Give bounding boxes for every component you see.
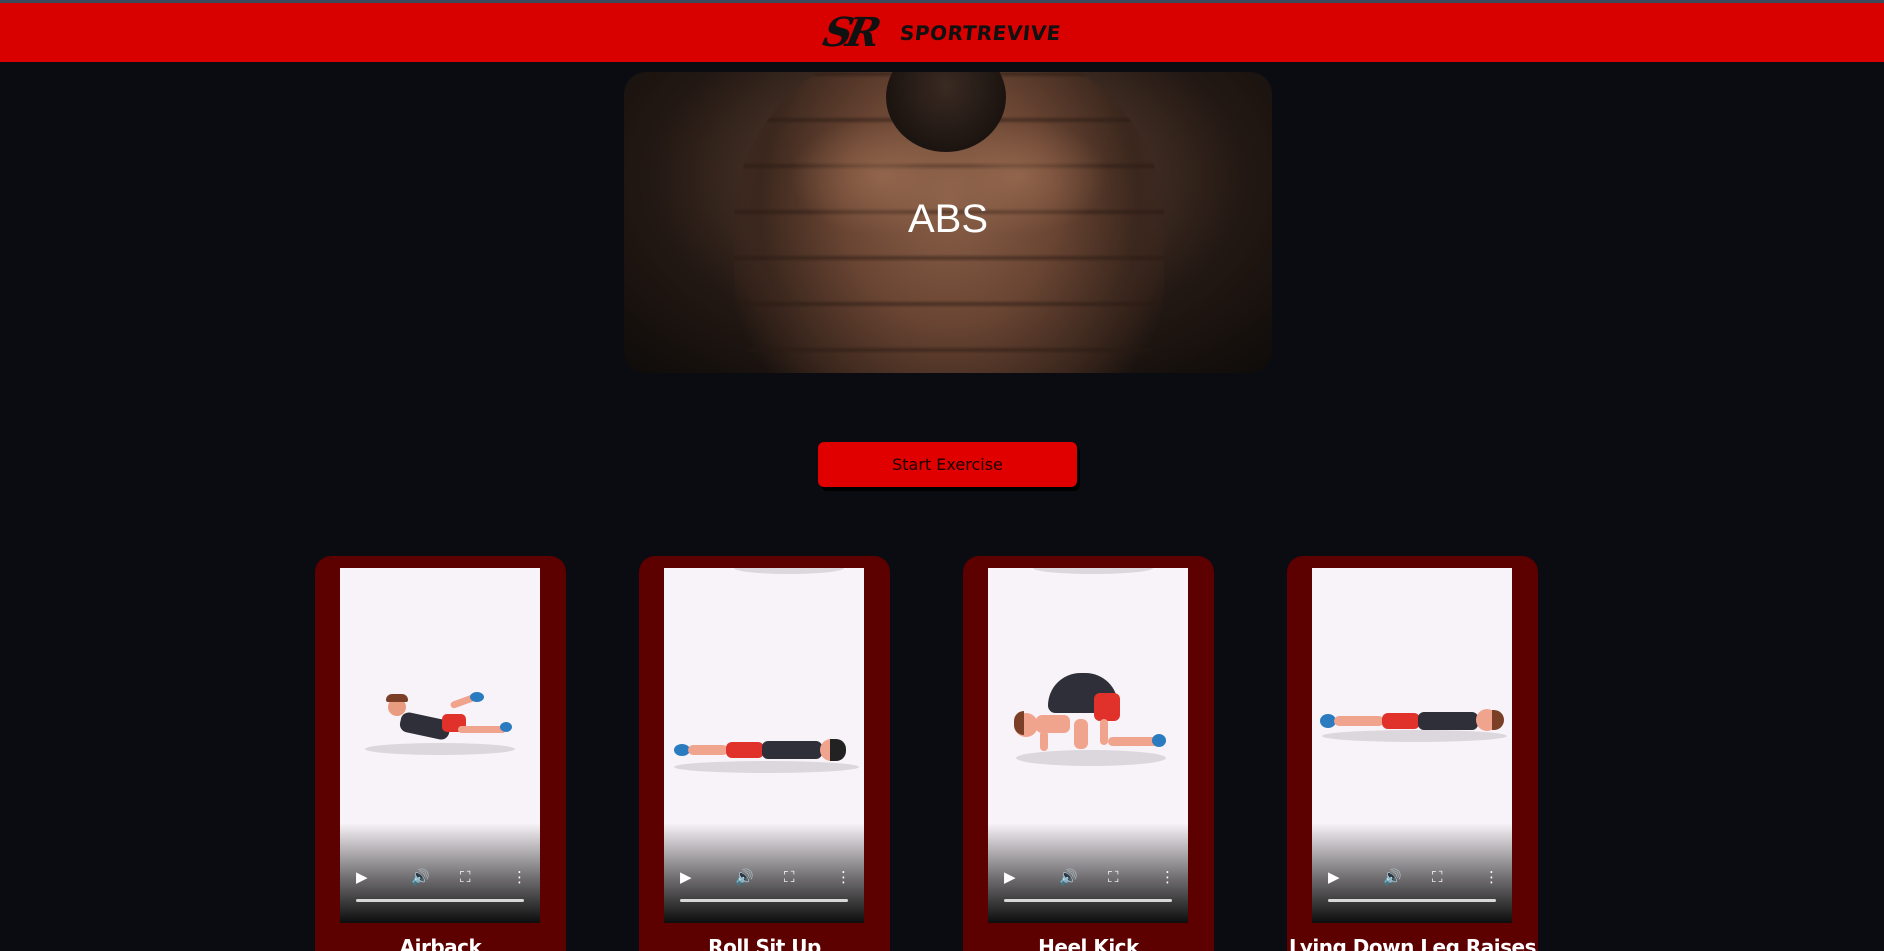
fullscreen-icon[interactable]: ⛶ bbox=[1432, 870, 1443, 885]
exercise-card-airback: ▶ 🔊 ⛶ ⋮ Airback bbox=[315, 556, 566, 951]
volume-icon[interactable]: 🔊 bbox=[735, 870, 754, 885]
exercise-figure bbox=[360, 688, 520, 748]
fullscreen-icon[interactable]: ⛶ bbox=[784, 870, 795, 885]
fullscreen-icon[interactable]: ⛶ bbox=[460, 870, 471, 885]
exercise-figure bbox=[1014, 673, 1174, 763]
exercise-video[interactable]: ▶ 🔊 ⛶ ⋮ bbox=[664, 568, 864, 923]
video-seek-bar[interactable] bbox=[1328, 899, 1496, 902]
play-icon[interactable]: ▶ bbox=[680, 870, 692, 885]
start-exercise-button[interactable]: Start Exercise bbox=[818, 442, 1077, 487]
video-controls-overlay bbox=[664, 823, 864, 923]
play-icon[interactable]: ▶ bbox=[1004, 870, 1016, 885]
play-icon[interactable]: ▶ bbox=[1328, 870, 1340, 885]
volume-icon[interactable]: 🔊 bbox=[411, 870, 430, 885]
video-seek-bar[interactable] bbox=[1004, 899, 1172, 902]
fullscreen-icon[interactable]: ⛶ bbox=[1108, 870, 1119, 885]
more-options-icon[interactable]: ⋮ bbox=[1484, 870, 1499, 885]
exercise-video[interactable]: ▶ 🔊 ⛶ ⋮ bbox=[1312, 568, 1512, 923]
logo-mark: SR bbox=[818, 8, 879, 56]
exercise-card-roll-sit-up: ▶ 🔊 ⛶ ⋮ Roll Sit Up bbox=[639, 556, 890, 951]
exercise-video[interactable]: ▶ 🔊 ⛶ ⋮ bbox=[340, 568, 540, 923]
video-seek-bar[interactable] bbox=[356, 899, 524, 902]
volume-icon[interactable]: 🔊 bbox=[1059, 870, 1078, 885]
figure-shadow bbox=[734, 568, 844, 574]
video-seek-bar[interactable] bbox=[680, 899, 848, 902]
exercise-video[interactable]: ▶ 🔊 ⛶ ⋮ bbox=[988, 568, 1188, 923]
play-icon[interactable]: ▶ bbox=[356, 870, 368, 885]
site-header: SR SPORTREVIVE bbox=[0, 3, 1884, 62]
volume-icon[interactable]: 🔊 bbox=[1383, 870, 1402, 885]
exercise-figure bbox=[1320, 708, 1510, 738]
more-options-icon[interactable]: ⋮ bbox=[512, 870, 527, 885]
more-options-icon[interactable]: ⋮ bbox=[836, 870, 851, 885]
more-options-icon[interactable]: ⋮ bbox=[1160, 870, 1175, 885]
video-controls-overlay bbox=[340, 823, 540, 923]
brand-name: SPORTREVIVE bbox=[898, 20, 1062, 45]
exercise-card-heel-kick: ▶ 🔊 ⛶ ⋮ Heel Kick bbox=[963, 556, 1214, 951]
video-controls-overlay bbox=[1312, 823, 1512, 923]
exercise-title: Heel Kick bbox=[1038, 935, 1139, 951]
exercise-title: Lying Down Leg Raises bbox=[1288, 935, 1537, 951]
exercise-title: Roll Sit Up bbox=[708, 935, 821, 951]
exercise-figure bbox=[674, 736, 864, 766]
hero-title: ABS bbox=[907, 197, 989, 241]
brand-logo-link[interactable]: SR SPORTREVIVE bbox=[819, 9, 1062, 56]
video-controls-overlay bbox=[988, 823, 1188, 923]
hero-banner: ABS bbox=[624, 72, 1272, 373]
figure-shadow bbox=[1033, 568, 1153, 574]
exercise-title: Airback bbox=[399, 935, 482, 951]
exercise-card-lying-down-leg-raises: ▶ 🔊 ⛶ ⋮ Lying Down Leg Raises bbox=[1287, 556, 1538, 951]
